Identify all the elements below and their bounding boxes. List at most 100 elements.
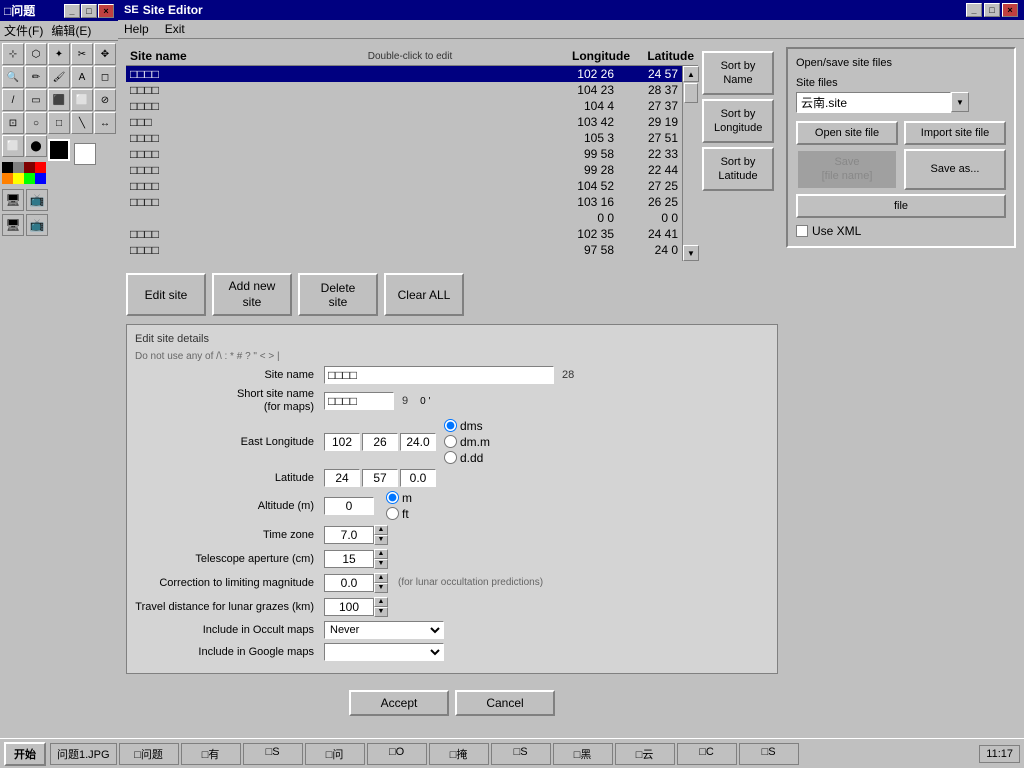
sort-by-latitude-button[interactable]: Sort by Latitude — [702, 147, 774, 191]
clear-all-button[interactable]: Clear ALL — [384, 273, 464, 316]
timezone-up-btn[interactable]: ▲ — [374, 525, 388, 535]
altitude-input[interactable] — [324, 497, 374, 515]
tool-extra6[interactable]: ⬤ — [25, 135, 47, 157]
tool-zoom[interactable]: 🔍 — [2, 66, 24, 88]
taskbar-item-2[interactable]: □有 — [181, 743, 241, 765]
short-name-input[interactable] — [324, 392, 394, 410]
tool-line[interactable]: / — [2, 89, 24, 111]
site-files-dropdown-arrow[interactable]: ▼ — [951, 92, 969, 112]
tool-pencil[interactable]: ✏ — [25, 66, 47, 88]
cancel-button[interactable]: Cancel — [455, 690, 555, 716]
tool-extra2[interactable]: ⊡ — [2, 112, 24, 134]
bg-color[interactable] — [74, 143, 96, 165]
menu-edit[interactable]: 编辑(E) — [51, 22, 91, 39]
correction-down-btn[interactable]: ▼ — [374, 583, 388, 593]
taskbar-item-0[interactable]: 问题1.JPG — [50, 743, 117, 765]
taskbar-item-4[interactable]: □问 — [305, 743, 365, 765]
timezone-down-btn[interactable]: ▼ — [374, 535, 388, 545]
file-button[interactable]: file — [796, 194, 1006, 218]
scrollbar[interactable]: ▲ ▼ — [682, 66, 698, 261]
start-button[interactable]: 开始 — [4, 742, 46, 766]
tool-special4[interactable]: 📺 — [26, 214, 48, 236]
table-row[interactable]: □□□□ 103 16 26 25 — [126, 194, 682, 210]
telescope-input[interactable] — [324, 550, 374, 568]
taskbar-item-8[interactable]: □黑 — [553, 743, 613, 765]
alt-ft-radio[interactable] — [386, 507, 399, 520]
menu-exit[interactable]: Exit — [165, 22, 185, 36]
lon-ddd-radio[interactable] — [444, 451, 457, 464]
east-lon-min-input[interactable] — [362, 433, 398, 451]
tool-special2[interactable]: 📺 — [26, 189, 48, 211]
scroll-down-btn[interactable]: ▼ — [683, 245, 699, 261]
edit-site-button[interactable]: Edit site — [126, 273, 206, 316]
lon-dmm-radio[interactable] — [444, 435, 457, 448]
site-files-dropdown[interactable]: 云南.site — [796, 92, 951, 113]
taskbar-item-5[interactable]: □O — [367, 743, 427, 765]
swatch-red[interactable] — [35, 162, 46, 173]
open-site-file-button[interactable]: Open site file — [796, 121, 898, 145]
correction-input[interactable] — [324, 574, 374, 592]
swatch-orange[interactable] — [2, 173, 13, 184]
tool-extra1[interactable]: ⊘ — [94, 89, 116, 111]
taskbar-item-3[interactable]: □S — [243, 743, 303, 765]
table-row[interactable]: 0 0 0 0 — [126, 210, 682, 226]
menu-help[interactable]: Help — [124, 22, 149, 36]
scroll-up-btn[interactable]: ▲ — [683, 66, 699, 82]
swatch-darkred[interactable] — [24, 162, 35, 173]
tool-extra5[interactable]: ⬜ — [2, 135, 24, 157]
close-btn-left[interactable]: × — [98, 4, 114, 18]
tool-extra3[interactable]: ╲ — [71, 112, 93, 134]
east-lon-deg-input[interactable] — [324, 433, 360, 451]
swatch-blue[interactable] — [35, 173, 46, 184]
tool-extra4[interactable]: ↔ — [94, 112, 116, 134]
delete-site-button[interactable]: Delete site — [298, 273, 378, 316]
table-row[interactable]: □□□□ 105 3 27 51 — [126, 130, 682, 146]
table-row[interactable]: □□□□ 104 52 27 25 — [126, 178, 682, 194]
swatch-gray[interactable] — [13, 162, 24, 173]
google-select[interactable]: Yes No — [324, 643, 444, 661]
correction-up-btn[interactable]: ▲ — [374, 573, 388, 583]
sort-by-longitude-button[interactable]: Sort by Longitude — [702, 99, 774, 143]
lat-deg-input[interactable] — [324, 469, 360, 487]
maximize-icon[interactable]: □ — [984, 3, 1000, 17]
table-row[interactable]: □□□□ 97 58 24 0 — [126, 242, 682, 258]
maximize-btn-left[interactable]: □ — [81, 4, 97, 18]
accept-button[interactable]: Accept — [349, 690, 449, 716]
tool-shape[interactable]: ▭ — [25, 89, 47, 111]
close-icon[interactable]: × — [1002, 3, 1018, 17]
taskbar-item-10[interactable]: □C — [677, 743, 737, 765]
site-name-input[interactable] — [324, 366, 554, 384]
swatch-green[interactable] — [24, 173, 35, 184]
tool-color[interactable]: ⬜ — [71, 89, 93, 111]
table-row[interactable]: □□□□ 104 23 28 37 — [126, 82, 682, 98]
taskbar-item-6[interactable]: □掩 — [429, 743, 489, 765]
tool-circle[interactable]: ○ — [25, 112, 47, 134]
swatch-black[interactable] — [2, 162, 13, 173]
tool-crop[interactable]: ✂ — [71, 43, 93, 65]
taskbar-item-11[interactable]: □S — [739, 743, 799, 765]
table-row[interactable]: □□□□ 102 26 24 57 — [126, 66, 682, 82]
telescope-down-btn[interactable]: ▼ — [374, 559, 388, 569]
table-row[interactable]: □□□□ 99 28 22 44 — [126, 162, 682, 178]
tool-brush[interactable]: 🖌 — [48, 66, 70, 88]
taskbar-item-1[interactable]: □问题 — [119, 743, 179, 765]
table-row[interactable]: □□□□ 104 5 26 14 — [126, 258, 682, 261]
scroll-thumb[interactable] — [684, 83, 698, 103]
fg-color[interactable] — [48, 139, 70, 161]
taskbar-item-7[interactable]: □S — [491, 743, 551, 765]
table-row[interactable]: □□□□ 102 35 24 41 — [126, 226, 682, 242]
minimize-icon[interactable]: _ — [966, 3, 982, 17]
sort-by-name-button[interactable]: Sort by Name — [702, 51, 774, 95]
east-lon-sec-input[interactable] — [400, 433, 436, 451]
lat-sec-input[interactable] — [400, 469, 436, 487]
taskbar-item-9[interactable]: □云 — [615, 743, 675, 765]
lon-dms-radio[interactable] — [444, 419, 457, 432]
swatch-yellow[interactable] — [13, 173, 24, 184]
timezone-input[interactable] — [324, 526, 374, 544]
tool-text[interactable]: A — [71, 66, 93, 88]
table-body[interactable]: □□□□ 102 26 24 57 □□□□ 104 23 28 37 □□□□… — [126, 66, 682, 261]
tool-magic[interactable]: ⬡ — [25, 43, 47, 65]
table-row[interactable]: □□□□ 99 58 22 33 — [126, 146, 682, 162]
occult-select[interactable]: Never Always — [324, 621, 444, 639]
travel-down-btn[interactable]: ▼ — [374, 607, 388, 617]
